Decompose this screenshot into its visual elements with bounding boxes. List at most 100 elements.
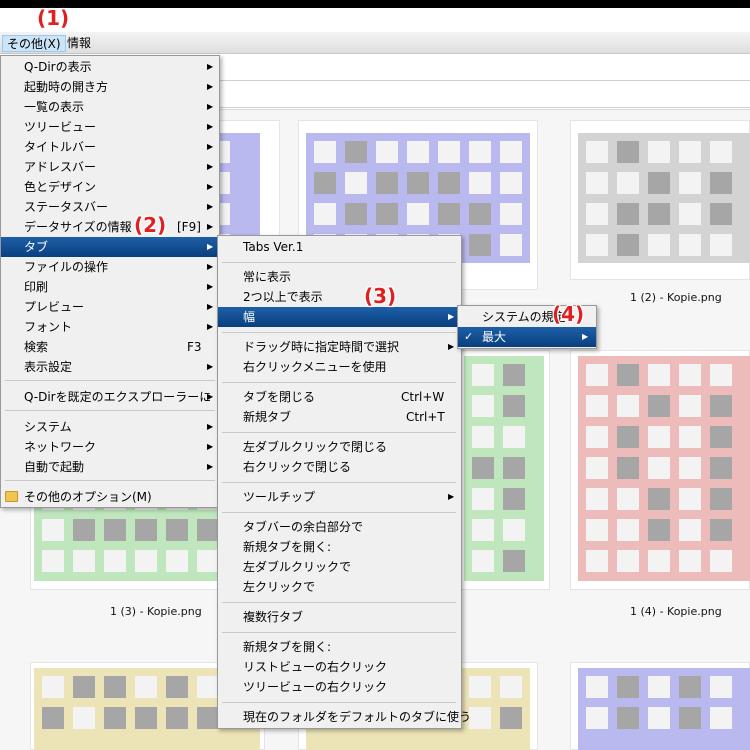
menu-item-listview-right-click[interactable]: リストビューの右クリック	[218, 657, 461, 677]
menu-item-tooltip[interactable]: ツールチップ ▶	[218, 487, 461, 507]
menu-item-startup[interactable]: 起動時の開き方 ▶	[1, 77, 219, 97]
submenu-arrow-icon: ▶	[207, 82, 214, 91]
menu-item-autostart[interactable]: 自動で起動 ▶	[1, 457, 219, 477]
menu-item-titlebar[interactable]: タイトルバー ▶	[1, 137, 219, 157]
thumbnail-cell	[617, 457, 639, 479]
callout-2: (2)	[134, 213, 167, 237]
thumbnail-cell	[407, 203, 429, 225]
menu-item-close-tab[interactable]: タブを閉じる Ctrl+W	[218, 387, 461, 407]
thumbnail-cell	[500, 707, 522, 729]
thumbnail-cell	[472, 395, 494, 417]
thumbnail-cell	[135, 707, 157, 729]
menu-item-default-tab-folder[interactable]: 現在のフォルダをデフォルトのタブに使う	[218, 707, 471, 727]
submenu-arrow-icon: ▶	[582, 332, 589, 341]
thumbnail-cell	[586, 141, 608, 163]
menu-item-left-click[interactable]: 左クリックで	[218, 577, 461, 597]
thumbnail-cell	[166, 519, 188, 541]
thumbnail-cell	[710, 141, 732, 163]
menu-item-color-design[interactable]: 色とデザイン ▶	[1, 177, 219, 197]
menu-separator	[222, 432, 456, 433]
thumbnail-cell	[679, 426, 701, 448]
thumbnail-cell	[376, 141, 398, 163]
thumbnail-cell	[586, 550, 608, 572]
thumbnail-cell	[407, 141, 429, 163]
menu-item-maximum[interactable]: ✓ 最大 ▶	[458, 327, 596, 347]
menu-item-tabs[interactable]: タブ ▶	[1, 237, 219, 257]
thumbnail-cell	[314, 203, 336, 225]
menu-item-qdir-display[interactable]: Q-Dirの表示 ▶	[1, 57, 219, 77]
menu-item-context-menu[interactable]: 右クリックメニューを使用	[218, 357, 461, 377]
menu-item-always-show[interactable]: 常に表示	[218, 267, 461, 287]
thumbnail-cell	[586, 234, 608, 256]
menu-separator	[5, 380, 215, 381]
thumbnail-cell	[166, 550, 188, 572]
submenu-arrow-icon: ▶	[207, 262, 214, 271]
menu-item-drag-select[interactable]: ドラッグ時に指定時間で選択 ▶	[218, 337, 461, 357]
menu-item-statusbar[interactable]: ステータスバー ▶	[1, 197, 219, 217]
thumbnail-caption[interactable]: 1 (4) - Kopie.png	[630, 605, 722, 618]
menu-item-double-click-close[interactable]: 左ダブルクリックで閉じる	[218, 437, 461, 457]
thumbnail-cell	[679, 364, 701, 386]
menu-item-left-double-click[interactable]: 左ダブルクリックで	[218, 557, 461, 577]
menu-item-search[interactable]: 検索 F3	[1, 337, 219, 357]
thumbnail-cell	[679, 676, 701, 698]
menu-item-print[interactable]: 印刷 ▶	[1, 277, 219, 297]
submenu-arrow-icon: ▶	[207, 392, 214, 401]
menu-item-tabbar-empty[interactable]: タブバーの余白部分で	[218, 517, 461, 537]
menu-other[interactable]: その他(X)	[2, 35, 66, 52]
thumbnail-cell	[710, 172, 732, 194]
menu-item-preview[interactable]: プレビュー ▶	[1, 297, 219, 317]
thumbnail-cell	[500, 141, 522, 163]
menu-item-datasize[interactable]: データサイズの情報 [F9] ▶	[1, 217, 219, 237]
thumbnail-cell	[73, 550, 95, 572]
thumbnail-cell	[166, 707, 188, 729]
menu-item-right-click-close[interactable]: 右クリックで閉じる	[218, 457, 461, 477]
thumbnail-cell	[679, 172, 701, 194]
menu-separator	[5, 480, 215, 481]
thumbnail-cell	[710, 519, 732, 541]
thumbnail-caption[interactable]: 1 (2) - Kopie.png	[630, 291, 722, 304]
thumbnail-caption[interactable]: 1 (3) - Kopie.png	[110, 605, 202, 618]
thumbnail-cell	[469, 203, 491, 225]
thumbnail-cell	[710, 234, 732, 256]
menu-item-default-explorer[interactable]: Q-Dirを既定のエクスプローラーに ▶	[1, 387, 219, 407]
menu-info[interactable]: 情報	[63, 35, 95, 52]
menu-item-treeview[interactable]: ツリービュー ▶	[1, 117, 219, 137]
menu-item-addressbar[interactable]: アドレスバー ▶	[1, 157, 219, 177]
thumbnail-cell	[197, 676, 219, 698]
thumbnail-cell	[586, 364, 608, 386]
menu-item-new-tab[interactable]: 新規タブ Ctrl+T	[218, 407, 461, 427]
callout-4: (4)	[552, 302, 585, 326]
thumbnail-cell	[135, 676, 157, 698]
thumbnail-cell	[617, 203, 639, 225]
menu-item-tabs-version[interactable]: Tabs Ver.1	[218, 237, 461, 257]
menu-item-display-settings[interactable]: 表示設定 ▶	[1, 357, 219, 377]
thumbnail-cell	[472, 519, 494, 541]
thumbnail-cell	[345, 172, 367, 194]
menu-item-system[interactable]: システム ▶	[1, 417, 219, 437]
menu-item-file-ops[interactable]: ファイルの操作 ▶	[1, 257, 219, 277]
submenu-arrow-icon: ▶	[207, 202, 214, 211]
thumbnail-cell	[586, 707, 608, 729]
thumbnail-cell	[135, 519, 157, 541]
submenu-arrow-icon: ▶	[448, 342, 455, 351]
menu-item-multiline-tabs[interactable]: 複数行タブ	[218, 607, 461, 627]
thumbnail-cell	[648, 457, 670, 479]
menu-item-list-display[interactable]: 一覧の表示 ▶	[1, 97, 219, 117]
menu-item-width[interactable]: 幅 ▶	[218, 307, 461, 327]
menu-item-network[interactable]: ネットワーク ▶	[1, 437, 219, 457]
thumbnail-cell	[648, 519, 670, 541]
thumbnail-cell	[104, 550, 126, 572]
thumbnail-cell	[586, 395, 608, 417]
menu-item-show-two-or-more[interactable]: 2つ以上で表示	[218, 287, 461, 307]
menu-item-font[interactable]: フォント ▶	[1, 317, 219, 337]
menu-item-treeview-right-click[interactable]: ツリービューの右クリック	[218, 677, 461, 697]
thumbnail-cell	[503, 519, 525, 541]
thumbnail-cell	[503, 426, 525, 448]
thumbnail-cell	[503, 550, 525, 572]
menu-item-other-options[interactable]: その他のオプション(M)	[1, 487, 219, 507]
thumbnail-cell	[500, 234, 522, 256]
thumbnail-cell	[648, 550, 670, 572]
thumbnail-cell	[469, 676, 491, 698]
submenu-arrow-icon: ▶	[207, 162, 214, 171]
